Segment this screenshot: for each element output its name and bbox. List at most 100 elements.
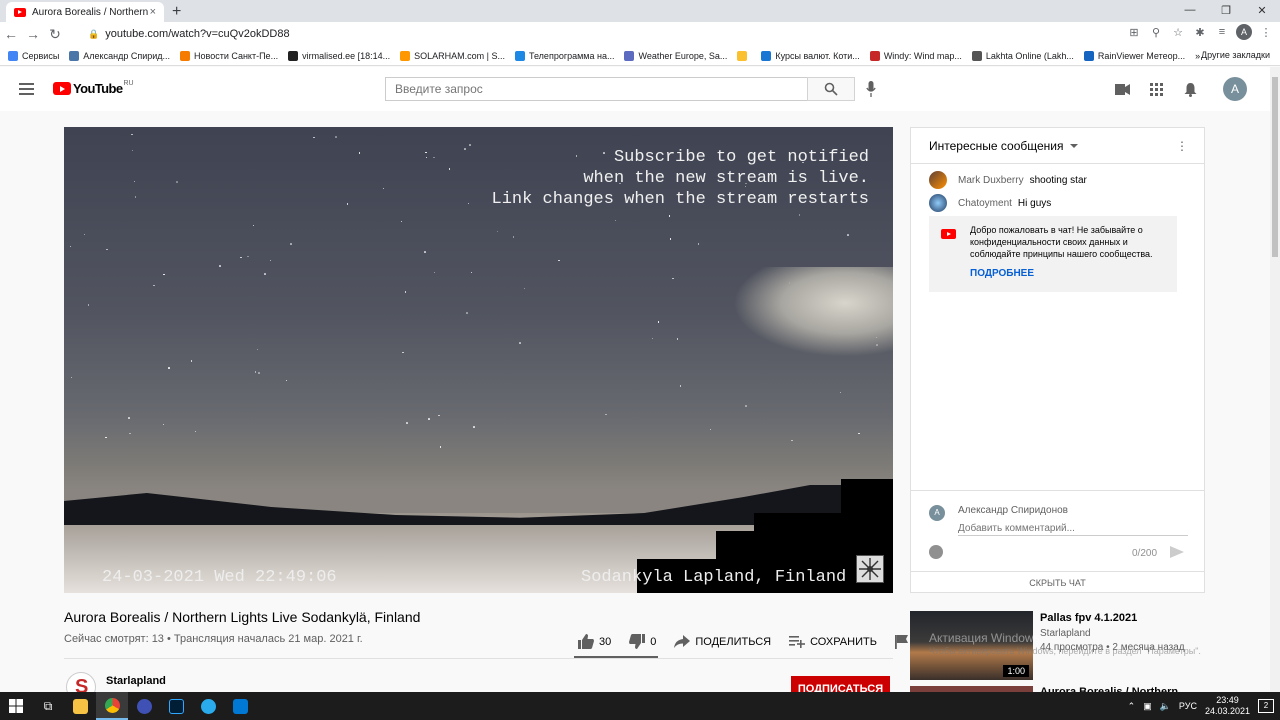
reload-icon[interactable]: ↻: [44, 26, 66, 43]
new-tab-button[interactable]: +: [172, 3, 181, 21]
chat-message-input[interactable]: [958, 521, 1188, 536]
like-button[interactable]: 30: [578, 634, 611, 649]
recommended-title[interactable]: Pallas fpv 4.1.2021: [1040, 611, 1185, 625]
reading-list-icon[interactable]: ≡: [1214, 26, 1230, 38]
start-windows-icon[interactable]: [0, 692, 32, 720]
file-explorer-icon[interactable]: [64, 692, 96, 720]
avatar[interactable]: [929, 194, 947, 212]
photos-icon[interactable]: [224, 692, 256, 720]
install-icon[interactable]: ⊞: [1126, 26, 1142, 39]
bookmark-item[interactable]: Weather Europe, Sa...: [624, 50, 727, 61]
star: [163, 273, 165, 276]
menu-hamburger-icon[interactable]: [19, 83, 34, 98]
chat-text: shooting star: [1029, 174, 1087, 186]
url-input[interactable]: 🔒 youtube.com/watch?v=cuQv2okDD88: [80, 24, 1130, 44]
bookmark-item[interactable]: SOLARHAM.com | S...: [400, 50, 505, 61]
create-video-icon[interactable]: [1114, 81, 1130, 97]
cloud: [733, 267, 893, 357]
menu-icon[interactable]: ⋮: [1258, 26, 1274, 39]
avatar[interactable]: [929, 171, 947, 189]
chat-author[interactable]: Mark Duxberry: [958, 175, 1024, 186]
network-icon[interactable]: ▣: [1143, 701, 1152, 712]
share-button[interactable]: ПОДЕЛИТЬСЯ: [674, 635, 771, 648]
flag-icon: [894, 634, 908, 649]
task-view-icon[interactable]: ⧉: [32, 692, 64, 720]
bookmark-item[interactable]: Сервисы: [8, 50, 59, 61]
bookmark-item[interactable]: virmalised.ee [18:14...: [288, 50, 390, 61]
language-indicator[interactable]: РУС: [1179, 701, 1197, 711]
more-options-icon[interactable]: ⋮: [1176, 139, 1188, 153]
emoji-icon[interactable]: [929, 545, 943, 559]
scrollbar-thumb[interactable]: [1272, 77, 1278, 257]
volume-icon[interactable]: 🔈: [1160, 701, 1171, 712]
dislike-button[interactable]: 0: [629, 634, 656, 649]
thumbs-down-icon: [629, 634, 646, 649]
chat-mode-label[interactable]: Интересные сообщения: [929, 139, 1064, 153]
star: [448, 168, 451, 170]
app-taskbar-icon[interactable]: [128, 692, 160, 720]
windows-taskbar: ⧉ ⌃ ▣ 🔈 РУС 23:49 24.03.2021 2: [0, 692, 1280, 720]
star: [697, 243, 700, 245]
star: [290, 243, 292, 245]
video-player[interactable]: Subscribe to get notified when the new s…: [64, 127, 893, 593]
bookmark-label: Курсы валют. Коти...: [775, 50, 860, 61]
bookmark-star-icon[interactable]: ☆: [1170, 26, 1186, 39]
page-scrollbar[interactable]: [1270, 67, 1280, 692]
photoshop-icon[interactable]: [160, 692, 192, 720]
minimize-icon[interactable]: —: [1172, 0, 1208, 20]
star: [83, 233, 86, 236]
notifications-icon[interactable]: 2: [1258, 699, 1274, 713]
bookmark-label: Lakhta Online (Lakh...: [985, 50, 1074, 61]
bookmark-item[interactable]: Новости Санкт-Пе...: [180, 50, 278, 61]
bookmark-item[interactable]: [737, 50, 751, 61]
star: [496, 230, 499, 233]
youtube-header: YouTube RU A: [0, 67, 1270, 111]
bookmark-item[interactable]: Lakhta Online (Lakh...: [971, 50, 1074, 61]
search-button[interactable]: [807, 77, 855, 101]
send-icon[interactable]: [1170, 546, 1184, 558]
microphone-icon[interactable]: [866, 81, 876, 97]
taskbar-clock[interactable]: 23:49 24.03.2021: [1205, 695, 1250, 717]
browser-tab[interactable]: Aurora Borealis / Northern Lights ×: [6, 2, 164, 22]
zoom-icon[interactable]: ⚲: [1148, 26, 1164, 39]
bookmark-item[interactable]: Александр Спирид...: [69, 50, 170, 61]
account-avatar[interactable]: A: [1223, 77, 1247, 101]
extensions-icon[interactable]: ✱: [1192, 26, 1208, 39]
clock-date: 24.03.2021: [1204, 706, 1250, 716]
report-button[interactable]: [894, 634, 908, 649]
learn-more-link[interactable]: ПОДРОБНЕЕ: [970, 268, 1167, 280]
star: [798, 214, 801, 216]
chevron-down-icon[interactable]: [1069, 143, 1078, 148]
bookmark-item[interactable]: RainViewer Метеор...: [1083, 50, 1186, 61]
star: [131, 149, 134, 152]
star: [657, 321, 660, 323]
hide-chat-button[interactable]: СКРЫТЬ ЧАТ: [911, 571, 1204, 593]
bookmark-item[interactable]: Windy: Wind map...: [869, 50, 962, 61]
like-count: 30: [599, 635, 612, 648]
save-button[interactable]: СОХРАНИТЬ: [789, 635, 877, 648]
search-input[interactable]: [385, 77, 808, 101]
chat-author[interactable]: Chatoyment: [958, 198, 1012, 209]
bookmark-favicon-icon: [737, 50, 748, 61]
tray-chevron-icon[interactable]: ⌃: [1128, 701, 1136, 712]
forward-icon[interactable]: →: [22, 26, 44, 42]
youtube-logo[interactable]: YouTube RU: [53, 80, 134, 96]
back-icon[interactable]: ←: [0, 26, 22, 42]
profile-icon[interactable]: A: [1236, 24, 1252, 40]
star: [402, 351, 404, 354]
apps-grid-icon[interactable]: [1148, 81, 1164, 97]
star: [269, 259, 272, 262]
channel-name[interactable]: Starlapland: [106, 675, 166, 687]
bookmark-item[interactable]: Телепрограмма на...: [514, 50, 614, 61]
chrome-taskbar-icon[interactable]: [96, 692, 128, 720]
telegram-icon[interactable]: [192, 692, 224, 720]
more-bookmarks-icon[interactable]: »: [1195, 51, 1200, 61]
other-bookmarks[interactable]: Другие закладки: [1201, 50, 1270, 60]
close-window-icon[interactable]: ✕: [1244, 0, 1280, 20]
bookmark-label: RainViewer Метеор...: [1097, 50, 1186, 61]
notifications-bell-icon[interactable]: [1182, 81, 1198, 97]
bookmark-item[interactable]: Курсы валют. Коти...: [761, 50, 860, 61]
tab-close-icon[interactable]: ×: [150, 6, 156, 18]
restore-icon[interactable]: ❐: [1208, 0, 1244, 20]
logo-text: YouTube: [73, 81, 123, 96]
